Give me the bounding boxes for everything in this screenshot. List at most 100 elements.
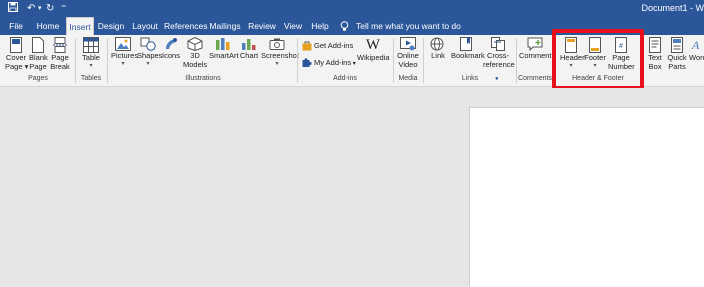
shapes-button[interactable]: Shapes ▾ xyxy=(137,37,162,68)
comment-button[interactable]: Comment xyxy=(519,37,552,61)
puzzle-icon xyxy=(302,58,312,68)
svg-text:A: A xyxy=(691,38,700,52)
chart-icon xyxy=(242,39,256,50)
lightbulb-icon[interactable] xyxy=(340,17,349,35)
wikipedia-button[interactable]: W Wikipedia xyxy=(357,37,390,63)
undo-dropdown-icon[interactable]: ▾ xyxy=(38,2,42,15)
chart-button[interactable]: Chart xyxy=(239,37,259,61)
tab-view[interactable]: View xyxy=(282,17,304,35)
tab-home[interactable]: Home xyxy=(33,17,63,35)
separator xyxy=(423,38,424,83)
group-addins-label: Add-ins xyxy=(333,75,357,82)
chevron-down-icon: ▾ xyxy=(351,61,356,67)
icons-icon xyxy=(166,38,177,49)
tab-file[interactable]: File xyxy=(4,17,28,35)
cover-page-label-2: Page ▾ xyxy=(5,61,29,71)
tab-references[interactable]: References xyxy=(164,17,207,35)
my-addins-label: My Add-ins xyxy=(314,58,352,67)
bookmark-button[interactable]: Bookmark xyxy=(451,37,485,61)
smartart-button[interactable]: SmartArt xyxy=(209,37,239,61)
comment-icon xyxy=(527,37,543,51)
document-page[interactable] xyxy=(469,107,704,287)
cover-page-icon xyxy=(10,37,22,53)
bookmark-icon xyxy=(460,37,472,51)
cover-page-button[interactable]: Cover Page ▾ xyxy=(5,37,29,71)
chevron-down-icon: ▾ xyxy=(275,60,279,67)
tell-me-search[interactable]: Tell me what you want to do xyxy=(356,17,461,35)
comment-label: Comment xyxy=(519,51,552,60)
online-video-label-2: Video xyxy=(398,59,418,69)
text-box-label-2: Box xyxy=(648,61,662,71)
link-label: Link xyxy=(431,51,445,60)
separator xyxy=(393,38,394,83)
page-break-icon xyxy=(53,37,67,53)
group-comments-label: Comments xyxy=(518,75,552,82)
table-button[interactable]: Table ▾ xyxy=(80,37,102,70)
undo-icon[interactable]: ↶ xyxy=(27,2,35,15)
blank-page-label: Blank Page xyxy=(29,53,48,71)
group-links-label: Links xyxy=(461,75,479,82)
tab-insert[interactable]: Insert xyxy=(66,17,94,35)
wordart-button[interactable]: A Word xyxy=(689,37,704,63)
video-icon xyxy=(400,37,416,51)
blank-page-button[interactable]: Blank Page xyxy=(29,37,48,71)
group-illustrations-label: Illustrations xyxy=(185,75,221,82)
chevron-down-icon: ▾ xyxy=(121,60,125,67)
screenshot-button[interactable]: Screenshot ▾ xyxy=(261,37,299,68)
get-addins-button[interactable]: Get Add-ins xyxy=(302,40,353,51)
group-media-label: Media xyxy=(398,75,418,82)
3d-models-button[interactable]: 3D Models xyxy=(183,37,207,69)
redo-icon[interactable]: ↻ xyxy=(46,2,54,15)
bookmark-label: Bookmark xyxy=(451,51,485,60)
separator xyxy=(107,38,108,83)
screenshot-label: Screenshot xyxy=(261,51,299,60)
highlight-box xyxy=(552,29,644,90)
info-icon[interactable]: ● xyxy=(495,76,499,82)
smartart-label: SmartArt xyxy=(209,51,239,60)
page-break-button[interactable]: Page Break xyxy=(50,37,70,71)
link-button[interactable]: Link xyxy=(428,37,448,61)
smartart-icon xyxy=(216,38,230,50)
pictures-button[interactable]: Pictures ▾ xyxy=(111,37,139,68)
save-icon[interactable] xyxy=(8,2,18,16)
tab-help[interactable]: Help xyxy=(309,17,331,35)
get-addins-label: Get Add-ins xyxy=(314,41,354,50)
cross-reference-button[interactable]: Cross- reference xyxy=(483,37,515,69)
separator xyxy=(516,38,517,83)
pictures-icon xyxy=(115,37,131,51)
table-icon xyxy=(83,37,99,53)
document-title: Document1 - W xyxy=(641,3,704,13)
group-tables-label: Tables xyxy=(80,75,102,82)
text-box-icon xyxy=(649,37,661,53)
quick-parts-label-2: Parts xyxy=(668,61,686,71)
my-addins-button[interactable]: My Add-ins ▾ xyxy=(302,57,356,70)
chart-label: Chart xyxy=(239,51,259,60)
tab-design[interactable]: Design xyxy=(97,17,125,35)
chevron-down-icon: ▾ xyxy=(89,62,93,69)
shapes-icon xyxy=(140,37,156,51)
table-label: Table xyxy=(82,53,100,62)
pictures-label: Pictures xyxy=(111,51,139,60)
text-box-button[interactable]: Text Box xyxy=(646,37,664,71)
tab-review[interactable]: Review xyxy=(248,17,276,35)
icons-button[interactable]: Icons xyxy=(161,37,181,61)
wikipedia-label: Wikipedia xyxy=(357,53,390,62)
blank-page-icon xyxy=(32,37,44,53)
tab-layout[interactable]: Layout xyxy=(131,17,159,35)
group-pages-label: Pages xyxy=(28,75,48,82)
cross-reference-label-2: reference xyxy=(483,59,515,69)
quick-parts-button[interactable]: Quick Parts xyxy=(667,37,687,71)
online-video-button[interactable]: Online Video xyxy=(397,37,419,69)
separator xyxy=(297,38,298,83)
tab-mailings[interactable]: Mailings xyxy=(208,17,242,35)
document-canvas[interactable] xyxy=(0,88,704,287)
3d-models-label-2: Models xyxy=(183,59,208,69)
quick-parts-icon xyxy=(671,37,683,53)
wordart-icon: A xyxy=(691,38,700,52)
customize-quick-access-icon[interactable]: ⁼ xyxy=(61,2,66,15)
wikipedia-icon: W xyxy=(365,37,381,53)
globe-link-icon xyxy=(430,37,444,51)
store-icon xyxy=(302,41,312,51)
wordart-label: Word xyxy=(689,53,704,62)
cube-icon xyxy=(187,37,203,51)
